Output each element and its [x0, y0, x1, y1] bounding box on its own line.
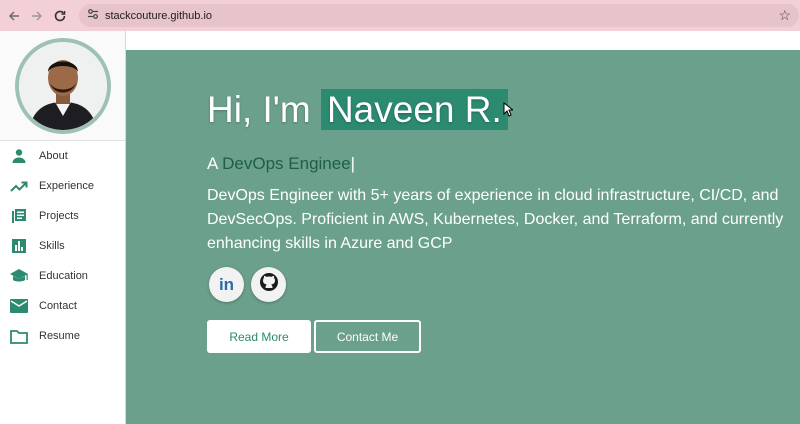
sidebar-item-about[interactable]: About	[0, 141, 125, 171]
typing-caret: |	[350, 154, 356, 173]
hero-heading: Hi, I'm Naveen R.	[207, 89, 508, 131]
sidebar-item-label: Education	[39, 270, 88, 282]
back-icon[interactable]	[4, 6, 24, 26]
hero-role: A DevOps Enginee|	[207, 154, 355, 174]
sidebar-item-label: Contact	[39, 300, 77, 312]
trending-up-icon	[9, 176, 29, 196]
page-top-strip	[126, 31, 800, 50]
sidebar-item-label: Projects	[39, 210, 79, 222]
github-icon	[259, 272, 279, 297]
graduation-cap-icon	[9, 266, 29, 286]
sidebar-item-education[interactable]: Education	[0, 261, 125, 291]
bookmark-star-icon[interactable]: ☆	[778, 7, 791, 24]
person-icon	[9, 146, 29, 166]
sidebar-item-label: About	[39, 150, 68, 162]
site-info-icon[interactable]	[87, 7, 99, 25]
mouse-cursor-icon	[503, 101, 515, 122]
sidebar-item-skills[interactable]: Skills	[0, 231, 125, 261]
contact-me-button[interactable]: Contact Me	[314, 320, 421, 353]
github-button[interactable]	[251, 267, 286, 302]
forward-icon[interactable]	[27, 6, 47, 26]
linkedin-icon: in	[218, 274, 235, 294]
hero-description: DevOps Engineer with 5+ years of experie…	[207, 187, 784, 252]
url-text[interactable]: stackcouture.github.io	[105, 10, 212, 22]
avatar	[14, 37, 111, 134]
mail-icon	[9, 296, 29, 316]
hero-name: Naveen R.	[320, 89, 508, 130]
greeting-text: Hi, I'm	[207, 89, 311, 130]
read-more-button[interactable]: Read More	[207, 320, 311, 353]
sidebar-item-projects[interactable]: Projects	[0, 201, 125, 231]
browser-toolbar: stackcouture.github.io ☆	[0, 0, 800, 31]
linkedin-button[interactable]: in	[209, 267, 244, 302]
sidebar-item-contact[interactable]: Contact	[0, 291, 125, 321]
sidebar: About Experience Projects Skills Educati…	[0, 31, 126, 424]
sidebar-item-label: Resume	[39, 330, 80, 342]
reload-icon[interactable]	[50, 6, 70, 26]
folder-icon	[9, 326, 29, 346]
sidebar-item-label: Experience	[39, 180, 95, 192]
bar-chart-icon	[9, 236, 29, 256]
hero-section: Hi, I'm Naveen R. A DevOps Enginee| DevO…	[126, 50, 800, 424]
role-typed-text: DevOps Enginee	[222, 154, 351, 173]
address-bar[interactable]: stackcouture.github.io ☆	[79, 4, 799, 27]
sidebar-item-experience[interactable]: Experience	[0, 171, 125, 201]
profile-header	[0, 31, 125, 141]
projects-icon	[9, 206, 29, 226]
role-prefix: A	[207, 154, 218, 173]
sidebar-item-resume[interactable]: Resume	[0, 321, 125, 351]
sidebar-item-label: Skills	[39, 240, 65, 252]
